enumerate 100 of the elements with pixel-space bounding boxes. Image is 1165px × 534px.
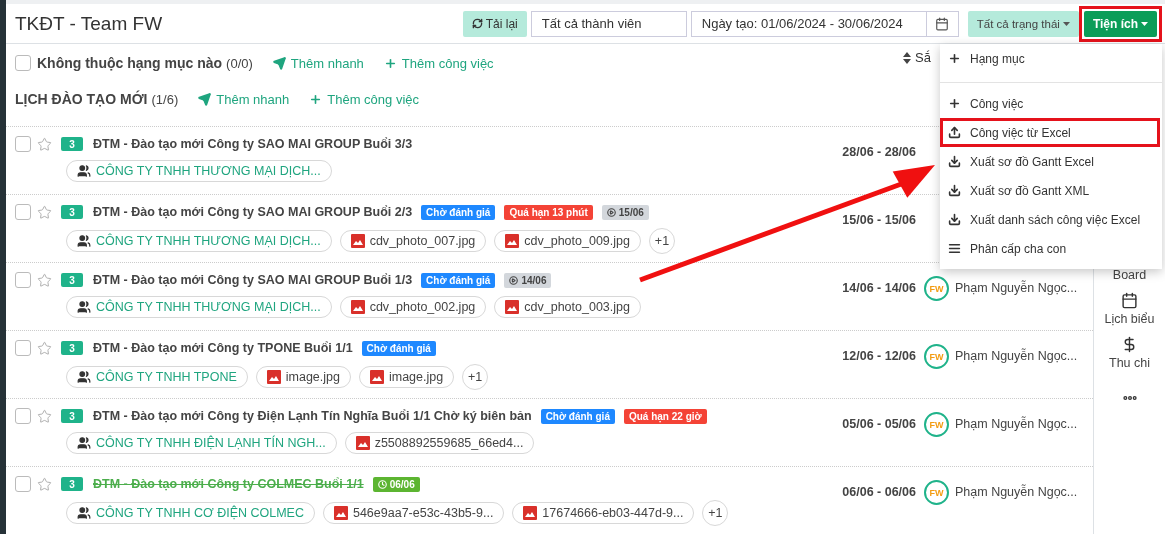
download-icon xyxy=(948,213,961,226)
play-icon xyxy=(606,207,616,217)
checkbox[interactable] xyxy=(15,204,31,220)
count-badge: 3 xyxy=(61,341,83,355)
checkbox[interactable] xyxy=(15,55,31,71)
star-icon[interactable] xyxy=(37,136,52,152)
sidebar-item[interactable]: Lịch biểu xyxy=(1104,292,1155,326)
date-range: 14/06 - 14/06 xyxy=(841,281,916,295)
calendar-icon xyxy=(1121,292,1138,309)
add-icon xyxy=(948,52,961,65)
count-badge: 3 xyxy=(61,205,83,219)
start-tag: 15/06 xyxy=(601,204,649,220)
menu-item[interactable]: Công việc xyxy=(940,89,1160,118)
refresh-icon xyxy=(471,18,483,29)
task-row[interactable]: 3 ĐTM - Đào tạo mới Công ty COLMEC Buổi 1/1 06/06 CÔNG TY TNHH CƠ ĐIỆN COLMEC 546e9aa7-e53c-43b5-9... 17674666-eb03-447d-9... +1 06/06 - 06/06 FW Phạm Nguyễn Ngọc... xyxy=(6,467,1093,534)
menu-item[interactable]: Hạng mục xyxy=(940,44,1160,73)
group-count: (0/0) xyxy=(226,55,253,71)
checkbox[interactable] xyxy=(15,476,31,492)
star-icon[interactable] xyxy=(37,204,52,220)
star-icon[interactable] xyxy=(37,476,52,492)
image-icon xyxy=(505,300,520,314)
count-badge: 3 xyxy=(61,137,83,151)
image-icon xyxy=(355,436,370,450)
plus-icon xyxy=(309,92,323,106)
calendar-icon xyxy=(935,16,950,31)
calendar-button[interactable] xyxy=(926,10,959,37)
count-badge: 3 xyxy=(61,477,83,491)
overdue-tag: Quá hạn 13 phút xyxy=(504,204,593,220)
download-icon xyxy=(948,155,961,168)
status-tag: Chờ đánh giá xyxy=(421,272,496,288)
utility-button[interactable]: Tiện ích xyxy=(1083,10,1157,37)
checkbox[interactable] xyxy=(15,272,31,288)
users-icon xyxy=(77,370,91,384)
date-range: 15/06 - 15/06 xyxy=(841,213,916,227)
sidebar-item[interactable]: Thu chi xyxy=(1109,336,1150,370)
task-row[interactable]: 3 ĐTM - Đào tạo mới Công ty Điện Lạnh Tín Nghĩa Buổi 1/1 Chờ ký biên bản Chờ đánh giá Quá hạn 22 giờ CÔNG TY TNHH ĐIỆN LẠNH TÍN NGH... z5508892559685_66ed4... 05/06 - 05/06 FW Phạm Nguyễn Ngọc... xyxy=(6,399,1093,467)
task-title[interactable]: ĐTM - Đào tạo mới Công ty SAO MAI GROUP Buổi 2/3 xyxy=(93,205,413,219)
image-icon xyxy=(505,234,520,248)
sidebar-item[interactable]: Board xyxy=(1112,268,1147,282)
play-icon xyxy=(509,275,519,285)
checkbox[interactable] xyxy=(15,408,31,424)
avatar: FW xyxy=(924,276,949,301)
menu-item[interactable]: Công việc từ Excel xyxy=(940,118,1160,147)
users-icon xyxy=(77,436,91,450)
users-icon xyxy=(77,234,91,248)
users-icon xyxy=(77,300,91,314)
count-badge: 3 xyxy=(61,273,83,287)
date-range: 28/06 - 28/06 xyxy=(841,145,916,159)
image-icon xyxy=(523,506,538,520)
avatar: FW xyxy=(924,480,949,505)
send-icon xyxy=(272,56,286,70)
start-tag: 14/06 xyxy=(504,272,552,288)
send-icon xyxy=(198,92,212,106)
task-title[interactable]: ĐTM - Đào tạo mới Công ty TPONE Buổi 1/1 xyxy=(93,341,353,355)
overdue-tag: Quá hạn 22 giờ xyxy=(623,408,707,424)
add-icon xyxy=(948,97,961,110)
member-filter-field[interactable]: Tất cả thành viên xyxy=(530,10,687,37)
status-tag: Chờ đánh giá xyxy=(540,408,615,424)
date-range: 05/06 - 05/06 xyxy=(841,417,916,431)
assignee-name: Phạm Nguyễn Ngọc... xyxy=(955,349,1078,363)
assignee-name: Phạm Nguyễn Ngọc... xyxy=(955,485,1078,499)
image-icon xyxy=(369,370,384,384)
group-title: LỊCH ĐÀO TẠO MỚI xyxy=(15,91,148,107)
page-title: TKĐT - Team FW xyxy=(15,12,164,35)
task-title[interactable]: ĐTM - Đào tạo mới Công ty Điện Lạnh Tín Nghĩa Buổi 1/1 Chờ ký biên bản xyxy=(93,409,532,423)
status-filter-button[interactable]: Tất cả trạng thái xyxy=(967,10,1079,37)
assignee-name: Phạm Nguyễn Ngọc... xyxy=(955,417,1078,431)
task-title[interactable]: ĐTM - Đào tạo mới Công ty SAO MAI GROUP Buổi 3/3 xyxy=(93,137,413,151)
checkbox[interactable] xyxy=(15,340,31,356)
finished-tag: 06/06 xyxy=(372,476,420,492)
group-count: (1/6) xyxy=(151,91,179,107)
date-range-field[interactable]: Ngày tạo: 01/06/2024 - 30/06/2024 xyxy=(690,10,927,37)
sort-icon xyxy=(903,51,912,64)
download-icon xyxy=(948,184,961,197)
users-icon xyxy=(77,506,91,520)
reload-button[interactable]: Tải lại xyxy=(462,10,527,37)
star-icon[interactable] xyxy=(37,272,52,288)
checkbox[interactable] xyxy=(15,136,31,152)
plus-icon xyxy=(383,56,397,70)
image-icon xyxy=(333,506,348,520)
star-icon[interactable] xyxy=(37,408,52,424)
star-icon[interactable] xyxy=(37,340,52,356)
users-icon xyxy=(77,164,91,178)
avatar: FW xyxy=(924,412,949,437)
group-title: Không thuộc hạng mục nào xyxy=(37,55,223,71)
date-range: 06/06 - 06/06 xyxy=(841,485,916,499)
image-icon xyxy=(266,370,281,384)
assignee-name: Phạm Nguyễn Ngọc... xyxy=(955,281,1078,295)
hierarchy-icon xyxy=(948,242,961,255)
sort-link[interactable]: Sắ xyxy=(903,50,931,65)
image-icon xyxy=(350,234,365,248)
status-tag: Chờ đánh giá xyxy=(421,204,496,220)
task-title[interactable]: ĐTM - Đào tạo mới Công ty SAO MAI GROUP Buổi 1/3 xyxy=(93,273,413,287)
clock-icon xyxy=(377,479,387,489)
status-tag: Chờ đánh giá xyxy=(361,340,436,356)
caret-icon xyxy=(1141,21,1148,26)
image-icon xyxy=(350,300,365,314)
task-row[interactable]: 3 ĐTM - Đào tạo mới Công ty TPONE Buổi 1/1 Chờ đánh giá CÔNG TY TNHH TPONE image.jpg image.jpg +1 12/06 - 12/06 FW Phạm Nguyễn Ngọc... xyxy=(6,331,1093,399)
upload-icon xyxy=(948,126,961,139)
caret-icon xyxy=(1062,21,1070,26)
